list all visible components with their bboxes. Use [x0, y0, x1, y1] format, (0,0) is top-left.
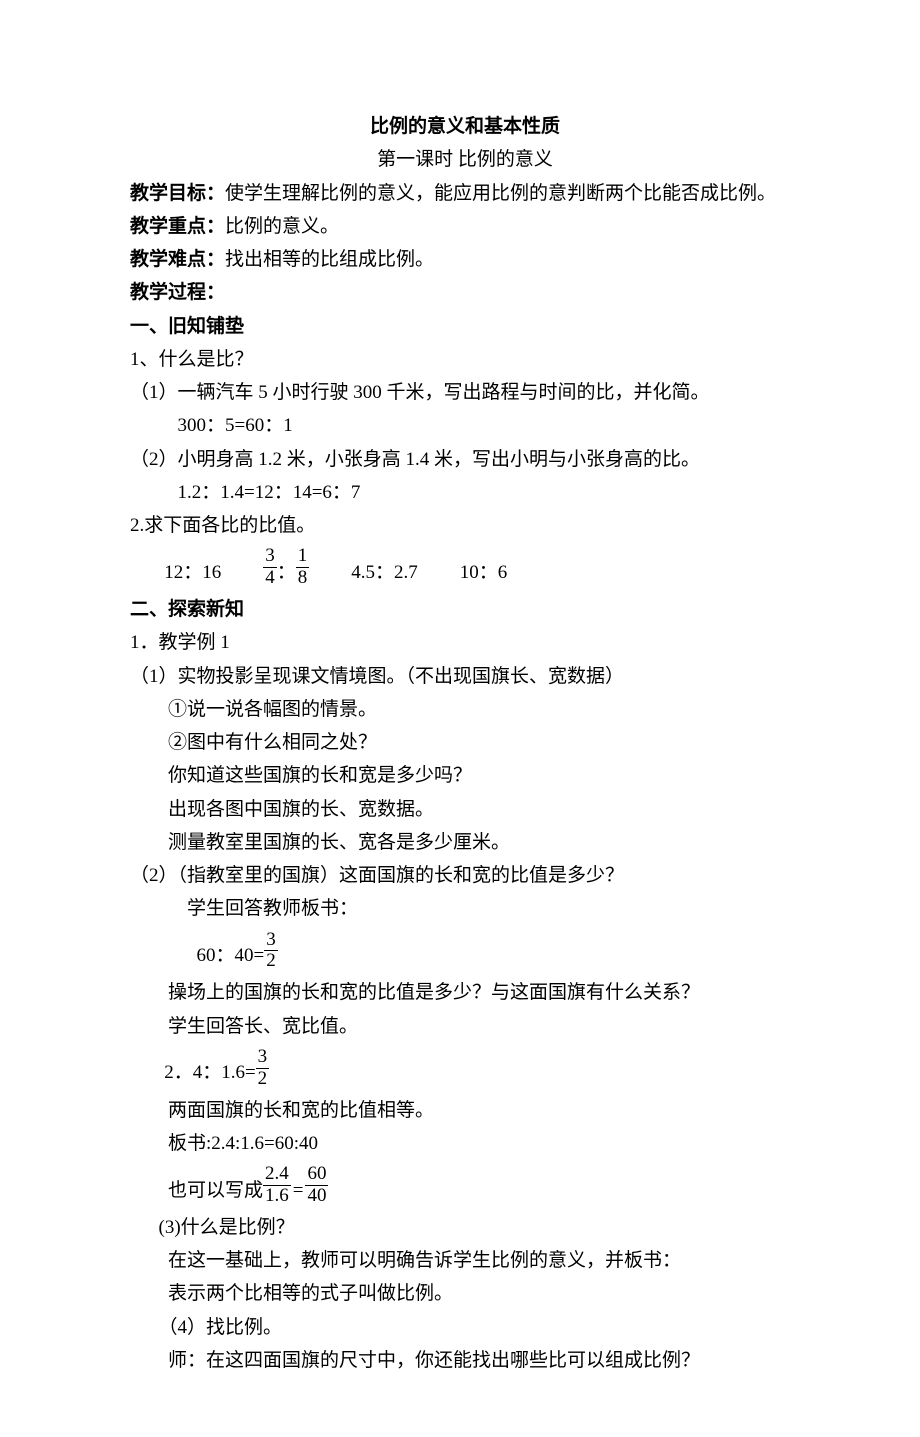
s1-q1: 1、什么是比？	[130, 343, 800, 376]
frac-3-2-b: 3 2	[256, 1047, 270, 1090]
s2-p1-1: （1）实物投影呈现课文情境图。（不出现国旗长、宽数据）	[130, 660, 800, 693]
s2-p1-4: （4）找比例。	[130, 1311, 800, 1344]
ratio-2: 3 4 ： 1 8	[263, 546, 309, 589]
s2-p1-2-d: 两面国旗的长和宽的比值相等。	[130, 1094, 800, 1127]
s2-p1-3: (3)什么是比例？	[130, 1211, 800, 1244]
s2-p1-2: （2）（指教室里的国旗）这面国旗的长和宽的比值是多少？	[130, 859, 800, 892]
doc-title: 比例的意义和基本性质	[130, 110, 800, 143]
s1-q1-2-ans: 1.2：1.4=12：14=6：7	[130, 476, 800, 509]
calc-3: 也可以写成 2.4 1.6 = 60 40	[130, 1164, 800, 1207]
s1-q2: 2.求下面各比的比值。	[130, 509, 800, 542]
ratio-1: 12：16	[164, 556, 221, 589]
s2-p1-2-c: 学生回答长、宽比值。	[130, 1010, 800, 1043]
s1-q1-1: （1）一辆汽车 5 小时行驶 300 千米，写出路程与时间的比，并化简。	[130, 376, 800, 409]
calc3-eq: =	[291, 1174, 306, 1207]
goal-line: 教学目标：使学生理解比例的意义，能应用比例的意判断两个比能否成比例。	[130, 177, 800, 210]
ratio-sep: ：	[277, 556, 296, 589]
hard-line: 教学难点：找出相等的比组成比例。	[130, 243, 800, 276]
calc-2: 2．4：1.6= 3 2	[130, 1047, 800, 1090]
s2-p1-1-a: ①说一说各幅图的情景。	[130, 693, 800, 726]
s1-q1-2: （2）小明身高 1.2 米，小张身高 1.4 米，写出小明与小张身高的比。	[130, 443, 800, 476]
process-label: 教学过程：	[130, 276, 800, 309]
ratio-line: 12：16 3 4 ： 1 8 4.5：2.7 10：6	[130, 546, 800, 589]
s2-p1-3-b: 表示两个比相等的式子叫做比例。	[130, 1277, 800, 1310]
s2-p1: 1．教学例 1	[130, 626, 800, 659]
s2-p1-1-e: 测量教室里国旗的长、宽各是多少厘米。	[130, 826, 800, 859]
key-label: 教学重点：	[130, 216, 225, 237]
s2-p1-1-d: 出现各图中国旗的长、宽数据。	[130, 793, 800, 826]
section2-head: 二、探索新知	[130, 593, 800, 626]
frac-24-16: 2.4 1.6	[263, 1164, 291, 1207]
goal-text: 使学生理解比例的意义，能应用比例的意判断两个比能否成比例。	[225, 183, 776, 204]
s1-q1-1-ans: 300：5=60：1	[130, 409, 800, 442]
hard-text: 找出相等的比组成比例。	[225, 249, 434, 270]
ratio-4: 10：6	[460, 556, 508, 589]
s2-p1-1-b: ②图中有什么相同之处？	[130, 726, 800, 759]
hard-label: 教学难点：	[130, 249, 225, 270]
frac-3-4: 3 4	[263, 546, 277, 589]
s2-p1-3-a: 在这一基础上，教师可以明确告诉学生比例的意义，并板书：	[130, 1244, 800, 1277]
s2-p1-2-b: 操场上的国旗的长和宽的比值是多少？与这面国旗有什么关系？	[130, 976, 800, 1009]
calc-1: 60：40= 3 2	[130, 930, 800, 973]
frac-1-8: 1 8	[296, 546, 310, 589]
s2-p1-2-e: 板书:2.4:1.6=60:40	[130, 1127, 800, 1160]
calc3-prefix: 也可以写成	[168, 1174, 263, 1207]
calc2-prefix: 2．4：1.6=	[164, 1056, 255, 1089]
frac-60-40: 60 40	[305, 1164, 328, 1207]
doc-subtitle: 第一课时 比例的意义	[130, 143, 800, 176]
s2-p1-4-a: 师：在这四面国旗的尺寸中，你还能找出哪些比可以组成比例？	[130, 1344, 800, 1377]
key-text: 比例的意义。	[225, 216, 339, 237]
calc1-prefix: 60：40=	[197, 939, 265, 972]
goal-label: 教学目标：	[130, 183, 225, 204]
s2-p1-2-a: 学生回答教师板书：	[130, 892, 800, 925]
frac-3-2-a: 3 2	[264, 930, 278, 973]
ratio-3: 4.5：2.7	[351, 556, 418, 589]
key-line: 教学重点：比例的意义。	[130, 210, 800, 243]
section1-head: 一、旧知铺垫	[130, 310, 800, 343]
s2-p1-1-c: 你知道这些国旗的长和宽是多少吗？	[130, 759, 800, 792]
